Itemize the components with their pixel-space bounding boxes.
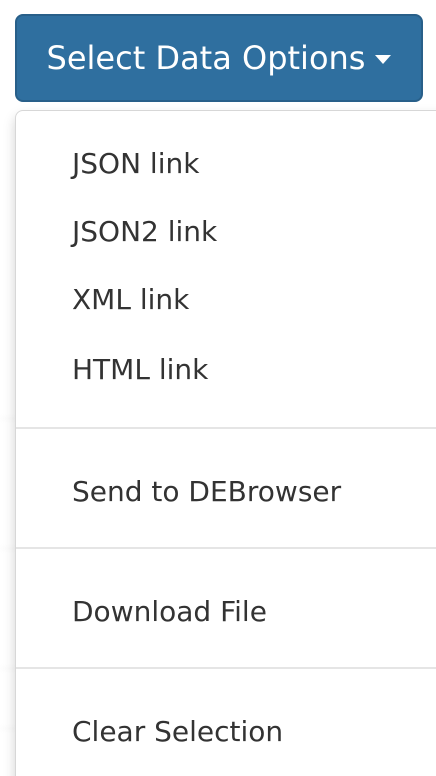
menu-item-download-file[interactable]: Download File xyxy=(16,583,436,639)
menu-item-clear-selection[interactable]: Clear Selection xyxy=(16,703,436,759)
data-options-menu: JSON link JSON2 link XML link HTML link … xyxy=(15,110,436,776)
caret-down-icon xyxy=(375,54,392,64)
menu-divider xyxy=(16,667,436,669)
menu-divider xyxy=(16,427,436,429)
select-data-options-button[interactable]: Select Data Options xyxy=(15,14,423,102)
page: Select Data Options JSON link JSON2 link… xyxy=(0,0,436,776)
select-data-options-label: Select Data Options xyxy=(46,39,366,77)
menu-item-json-link[interactable]: JSON link xyxy=(16,135,436,191)
menu-item-html-link[interactable]: HTML link xyxy=(16,341,436,397)
menu-item-send-to-debrowser[interactable]: Send to DEBrowser xyxy=(16,463,436,519)
menu-item-xml-link[interactable]: XML link xyxy=(16,271,436,327)
menu-item-json2-link[interactable]: JSON2 link xyxy=(16,203,436,259)
menu-divider xyxy=(16,547,436,549)
